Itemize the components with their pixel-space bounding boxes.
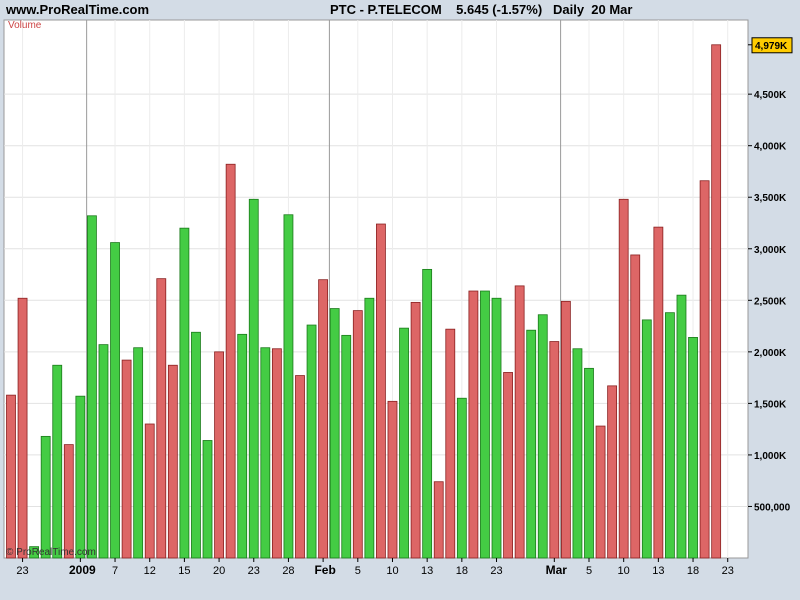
x-tick-label: Mar: [546, 563, 568, 577]
volume-bar-down: [17, 297, 28, 559]
x-tick-label: 23: [490, 565, 502, 577]
indicator-label: Volume: [8, 20, 42, 31]
x-tick-label: 23: [248, 565, 260, 577]
volume-bar-up: [133, 347, 144, 559]
last-value-label: 4,979K: [755, 41, 788, 52]
volume-bar-down: [514, 285, 525, 559]
volume-bar-up: [87, 215, 97, 559]
x-tick-label: 12: [144, 565, 156, 577]
volume-bar-down: [607, 385, 618, 559]
x-tick-label: 5: [586, 565, 592, 577]
volume-bar-down: [410, 301, 421, 559]
y-tick-label: 4,500K: [754, 90, 787, 101]
y-tick-label: 4,000K: [754, 142, 787, 153]
volume-bar-up: [422, 268, 433, 559]
x-tick-label: 23: [16, 565, 28, 577]
last-value-marker: 4,979K: [748, 37, 793, 54]
volume-bar-up: [98, 344, 109, 559]
volume-bar-up: [52, 364, 63, 559]
volume-bar-down: [376, 223, 386, 559]
volume-bar-up: [329, 308, 340, 559]
volume-bar-down: [295, 375, 305, 559]
volume-bar-up: [676, 294, 687, 559]
volume-chart: Volume © ProRealTime.com 500,000 1,000K 1,…: [3, 19, 793, 577]
x-tick-label: 2009: [69, 563, 96, 577]
volume-bar-down: [549, 341, 560, 559]
volume-bar-down: [214, 351, 224, 559]
x-tick-label: 18: [687, 565, 699, 577]
volume-bar-up: [341, 334, 352, 559]
volume-bar-up: [179, 227, 190, 559]
volume-bar-down: [630, 254, 641, 559]
volume-bar-up: [584, 367, 594, 559]
volume-bar-down: [156, 278, 167, 559]
y-tick-label: 3,500K: [754, 193, 787, 204]
volume-bar-up: [491, 297, 502, 559]
volume-bar-up: [480, 290, 490, 559]
volume-bar-up: [572, 348, 583, 559]
x-tick-label: 10: [386, 565, 398, 577]
x-tick-label: 13: [652, 565, 664, 577]
volume-bar-down: [618, 198, 629, 559]
x-tick-label: 10: [618, 565, 630, 577]
volume-bar-down: [595, 425, 606, 559]
volume-bar-up: [537, 314, 548, 559]
volume-bar-up: [641, 319, 652, 559]
x-tick-label: Feb: [314, 563, 335, 577]
y-tick-label: 2,000K: [754, 348, 787, 359]
y-tick-label: 2,500K: [754, 296, 787, 307]
chart-window: www.ProRealTime.com PTC - P.TELECOM 5.64…: [0, 0, 800, 600]
volume-bar-down: [352, 310, 363, 559]
y-tick-label: 3,000K: [754, 245, 787, 256]
volume-bar-up: [202, 440, 213, 559]
x-tick-label: 20: [213, 565, 225, 577]
volume-bar-up: [665, 312, 675, 559]
volume-bar-up: [191, 331, 201, 559]
volume-bar-up: [456, 397, 467, 559]
y-tick-label: 500,000: [754, 502, 791, 513]
volume-bar-up: [526, 329, 537, 559]
y-axis: 500,000 1,000K 1,500K 2,000K 2,500K 3,000K 3,5…: [748, 90, 791, 513]
x-tick-label: 15: [178, 565, 190, 577]
volume-bar-up: [40, 435, 51, 559]
volume-bar-down: [468, 290, 479, 559]
volume-bar-down: [121, 359, 132, 559]
volume-bar-down: [433, 481, 444, 559]
x-tick-label: 23: [722, 565, 734, 577]
volume-bar-down: [503, 372, 513, 559]
volume-bar-up: [399, 327, 409, 559]
volume-bar-up: [110, 242, 120, 559]
volume-bar-down: [711, 44, 722, 559]
volume-bar-up: [237, 333, 248, 559]
volume-bar-up: [260, 347, 271, 559]
x-tick-label: 5: [355, 565, 361, 577]
volume-bar-up: [364, 297, 375, 559]
volume-bar-up: [248, 198, 259, 559]
volume-bar-down: [167, 364, 178, 559]
volume-bar-down: [560, 300, 571, 559]
volume-bar-down: [6, 394, 16, 559]
x-axis: 23 2009 7 12 15 20 23 28 Feb 5 10 13 18 23 Mar 5 10 13 18 2…: [16, 558, 734, 577]
volume-bar-down: [271, 348, 282, 559]
x-tick-label: 28: [282, 565, 294, 577]
x-tick-label: 7: [112, 565, 118, 577]
volume-bar-down: [63, 444, 74, 559]
x-tick-label: 13: [421, 565, 433, 577]
volume-bar-down: [699, 180, 710, 559]
copyright-text: © ProRealTime.com: [6, 547, 96, 558]
volume-bar-down: [318, 279, 329, 559]
y-tick-label: 1,000K: [754, 451, 787, 462]
volume-bar-up: [75, 395, 86, 559]
volume-bar-up: [306, 324, 317, 559]
volume-bar-down: [144, 423, 155, 559]
volume-bar-down: [653, 226, 664, 559]
volume-bar-down: [387, 400, 398, 559]
x-tick-label: 18: [456, 565, 468, 577]
volume-bar-up: [688, 337, 698, 559]
volume-bar-down: [445, 328, 456, 559]
volume-bar-down: [225, 163, 236, 559]
volume-bar-up: [283, 214, 294, 559]
y-tick-label: 1,500K: [754, 399, 787, 410]
